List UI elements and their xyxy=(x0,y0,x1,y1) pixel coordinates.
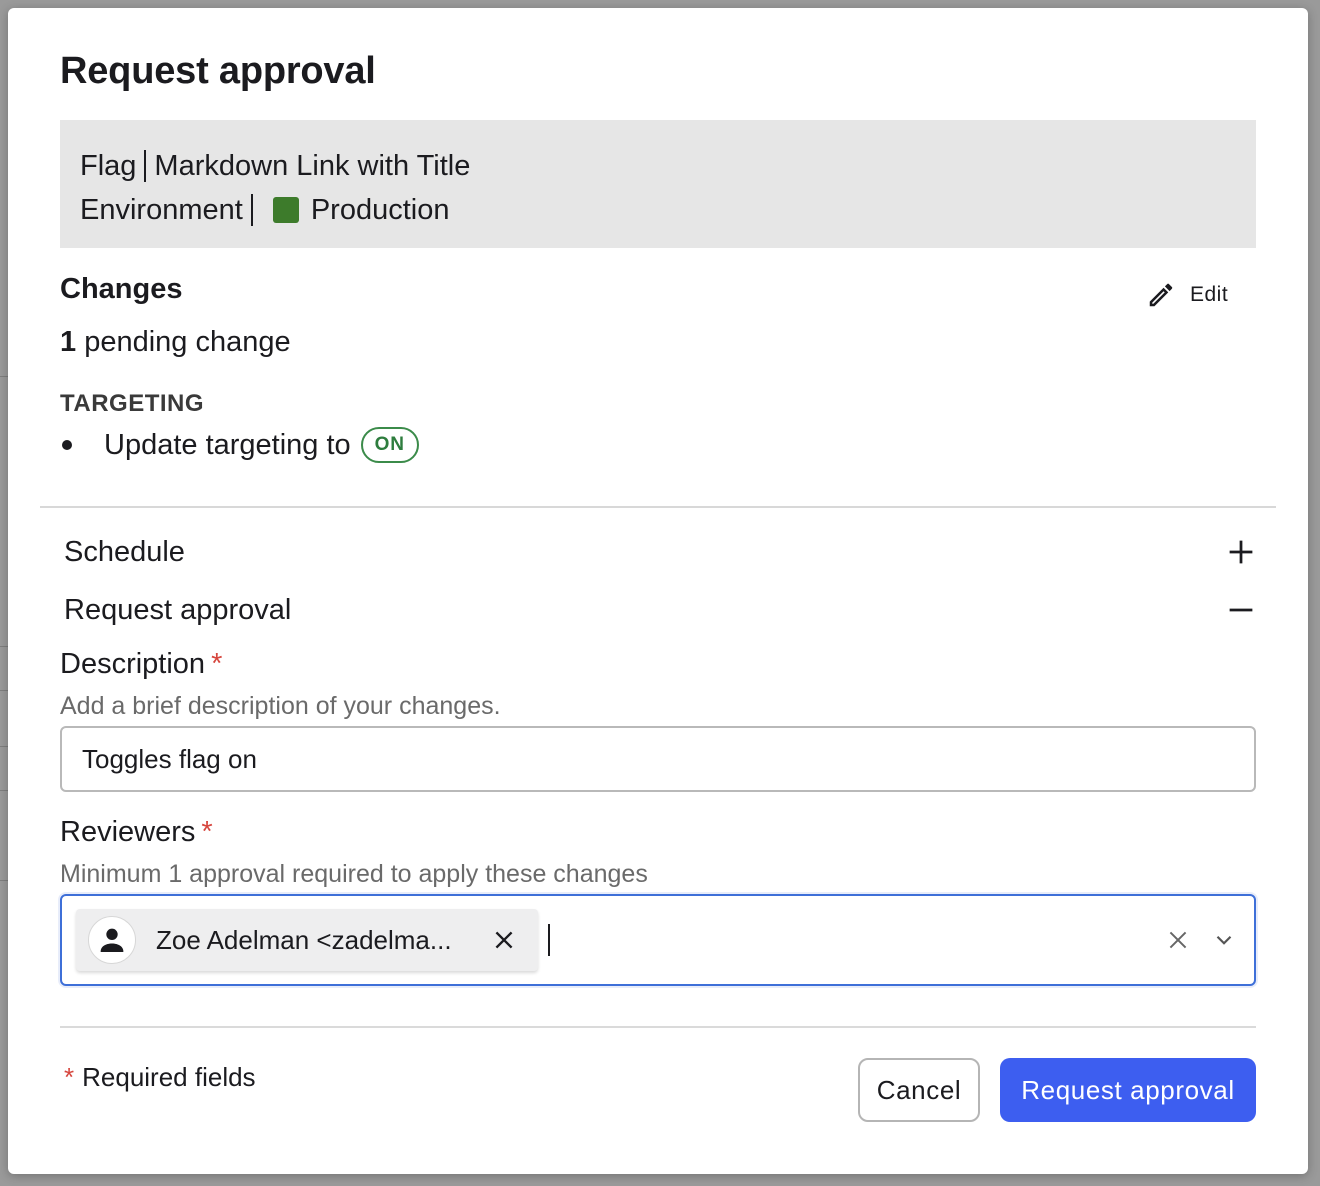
person-icon xyxy=(100,928,124,953)
flag-label: Flag xyxy=(80,150,137,182)
schedule-label: Schedule xyxy=(64,535,185,568)
edit-label: Edit xyxy=(1190,283,1229,306)
separator xyxy=(250,194,253,226)
clear-reviewers-button[interactable] xyxy=(1160,922,1196,958)
avatar xyxy=(88,916,136,964)
reviewers-select[interactable]: Zoe Adelman <zadelma... xyxy=(60,894,1256,986)
minus-icon xyxy=(1229,608,1253,612)
environment-name: Production xyxy=(310,194,450,226)
targeting-change-text: Update targeting to xyxy=(104,428,351,461)
footer-divider xyxy=(60,1026,1256,1028)
reviewers-hint: Minimum 1 approval required to apply the… xyxy=(60,860,648,888)
required-fields-text: Required fields xyxy=(82,1062,256,1092)
clear-icon xyxy=(1169,931,1187,949)
reviewers-label-text: Reviewers xyxy=(60,816,196,848)
reviewers-dropdown-toggle[interactable] xyxy=(1206,922,1242,958)
separator xyxy=(144,150,147,182)
request-approval-button[interactable]: Request approval xyxy=(1000,1058,1256,1122)
pencil-icon xyxy=(1149,283,1173,307)
pending-count-number: 1 xyxy=(60,326,77,358)
close-icon xyxy=(495,931,513,949)
reviewers-label: Reviewers * xyxy=(60,816,213,849)
change-summary-box: Flag Markdown Link with Title Environmen… xyxy=(60,120,1256,248)
request-approval-modal: Request approval Flag Markdown Link with… xyxy=(8,8,1308,1174)
environment-color-swatch xyxy=(272,197,299,223)
chevron-down-icon xyxy=(1216,935,1232,945)
flag-summary-row: Flag Markdown Link with Title xyxy=(80,144,1236,188)
request-approval-accordion-toggle[interactable]: Request approval xyxy=(64,588,1256,632)
plus-icon xyxy=(1229,540,1253,564)
targeting-change-item: Update targeting to ON xyxy=(60,424,419,466)
request-approval-section-label: Request approval xyxy=(64,593,292,626)
required-fields-note: * Required fields xyxy=(64,1062,256,1093)
targeting-on-badge: ON xyxy=(360,427,419,463)
description-label-text: Description xyxy=(60,648,206,680)
environment-label: Environment xyxy=(80,194,243,226)
reviewer-chip: Zoe Adelman <zadelma... xyxy=(76,909,538,971)
required-asterisk: * xyxy=(211,648,223,680)
remove-reviewer-button[interactable] xyxy=(486,922,522,958)
text-cursor xyxy=(548,924,550,956)
section-divider xyxy=(40,506,1276,508)
flag-name: Markdown Link with Title xyxy=(154,150,471,182)
description-hint: Add a brief description of your changes. xyxy=(60,692,501,720)
schedule-accordion-toggle[interactable]: Schedule xyxy=(64,530,1256,574)
required-asterisk: * xyxy=(201,816,213,848)
pending-change-count: 1 pending change xyxy=(60,326,291,359)
targeting-section-heading: TARGETING xyxy=(60,390,205,417)
description-label: Description * xyxy=(60,648,222,681)
description-input[interactable] xyxy=(60,726,1256,792)
pending-count-text: pending change xyxy=(84,326,291,358)
modal-title: Request approval xyxy=(60,50,376,92)
bullet xyxy=(62,440,72,450)
edit-changes-button[interactable]: Edit xyxy=(1146,276,1256,314)
reviewer-chip-label: Zoe Adelman <zadelma... xyxy=(156,924,452,955)
environment-summary-row: Environment Production xyxy=(80,188,1236,232)
required-asterisk: * xyxy=(64,1062,75,1092)
changes-heading: Changes xyxy=(60,273,183,305)
cancel-button[interactable]: Cancel xyxy=(858,1058,980,1122)
